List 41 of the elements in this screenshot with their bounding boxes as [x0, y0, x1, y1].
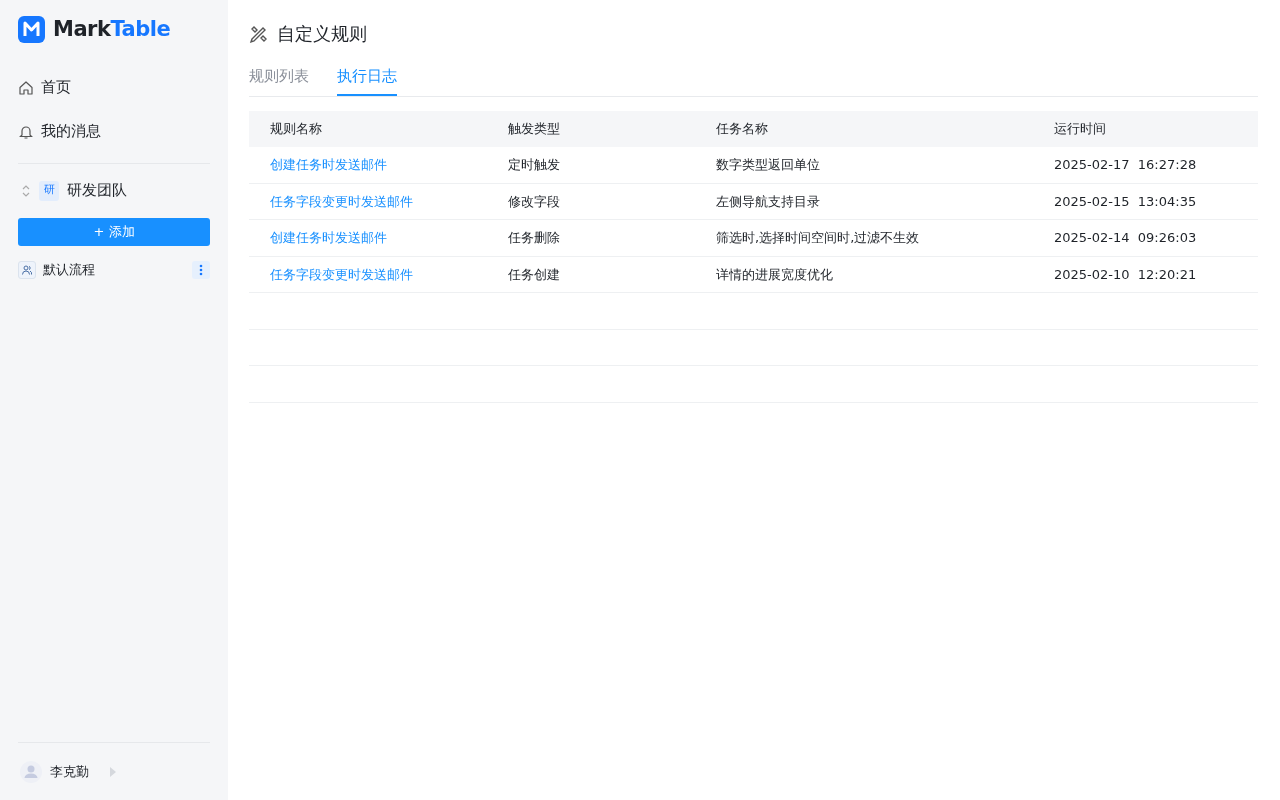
column-header: 运行时间 [1033, 110, 1258, 147]
team-badge: 研 [39, 180, 59, 201]
tab[interactable]: 规则列表 [249, 61, 309, 96]
users-icon [18, 260, 36, 279]
column-header: 任务名称 [695, 110, 1033, 147]
user-name: 李克勤 [50, 762, 89, 781]
avatar-icon [20, 760, 42, 783]
more-icon[interactable] [192, 260, 210, 279]
logo-text: Mark [53, 16, 111, 43]
logo-text: Table [110, 16, 171, 43]
table-cell: 2025-02-15 13:04:35 [1054, 193, 1197, 209]
nav-item[interactable]: 首页 [41, 76, 71, 99]
flow-item[interactable]: 默认流程 [43, 259, 95, 280]
caret-icon[interactable] [109, 766, 117, 777]
table-cell: 详情的进展宽度优化 [716, 266, 833, 282]
tools-icon [249, 23, 269, 44]
rule-link[interactable]: 创建任务时发送邮件 [270, 230, 387, 245]
add-button[interactable]: + 添加 [18, 217, 210, 246]
home-icon [18, 79, 34, 96]
table-cell: 定时触发 [508, 156, 560, 172]
table-cell: 2025-02-10 12:20:21 [1054, 266, 1197, 282]
rule-link[interactable]: 任务字段变更时发送邮件 [270, 193, 413, 209]
bell-icon [18, 123, 34, 140]
rule-link[interactable]: 任务字段变更时发送邮件 [270, 266, 413, 282]
table-cell: 筛选时,选择时间空间时,过滤不生效 [716, 230, 920, 245]
table-cell: 左侧导航支持目录 [716, 193, 820, 209]
table-cell: 任务创建 [508, 266, 560, 282]
page-title: 自定义规则 [277, 22, 367, 46]
nav-item[interactable]: 我的消息 [41, 120, 101, 143]
table-cell: 2025-02-17 16:27:28 [1054, 156, 1197, 172]
sort-icon[interactable] [21, 183, 31, 198]
column-header: 规则名称 [249, 110, 487, 147]
table-cell: 修改字段 [508, 193, 560, 209]
table-cell: 数字类型返回单位 [716, 156, 820, 172]
tab[interactable]: 执行日志 [337, 61, 397, 96]
rule-link[interactable]: 创建任务时发送邮件 [270, 156, 387, 172]
column-header: 触发类型 [487, 110, 695, 147]
team-name: 研发团队 [67, 180, 127, 202]
logo-icon [18, 16, 45, 44]
table-cell: 2025-02-14 09:26:03 [1054, 230, 1197, 245]
table-cell: 任务删除 [508, 230, 560, 245]
